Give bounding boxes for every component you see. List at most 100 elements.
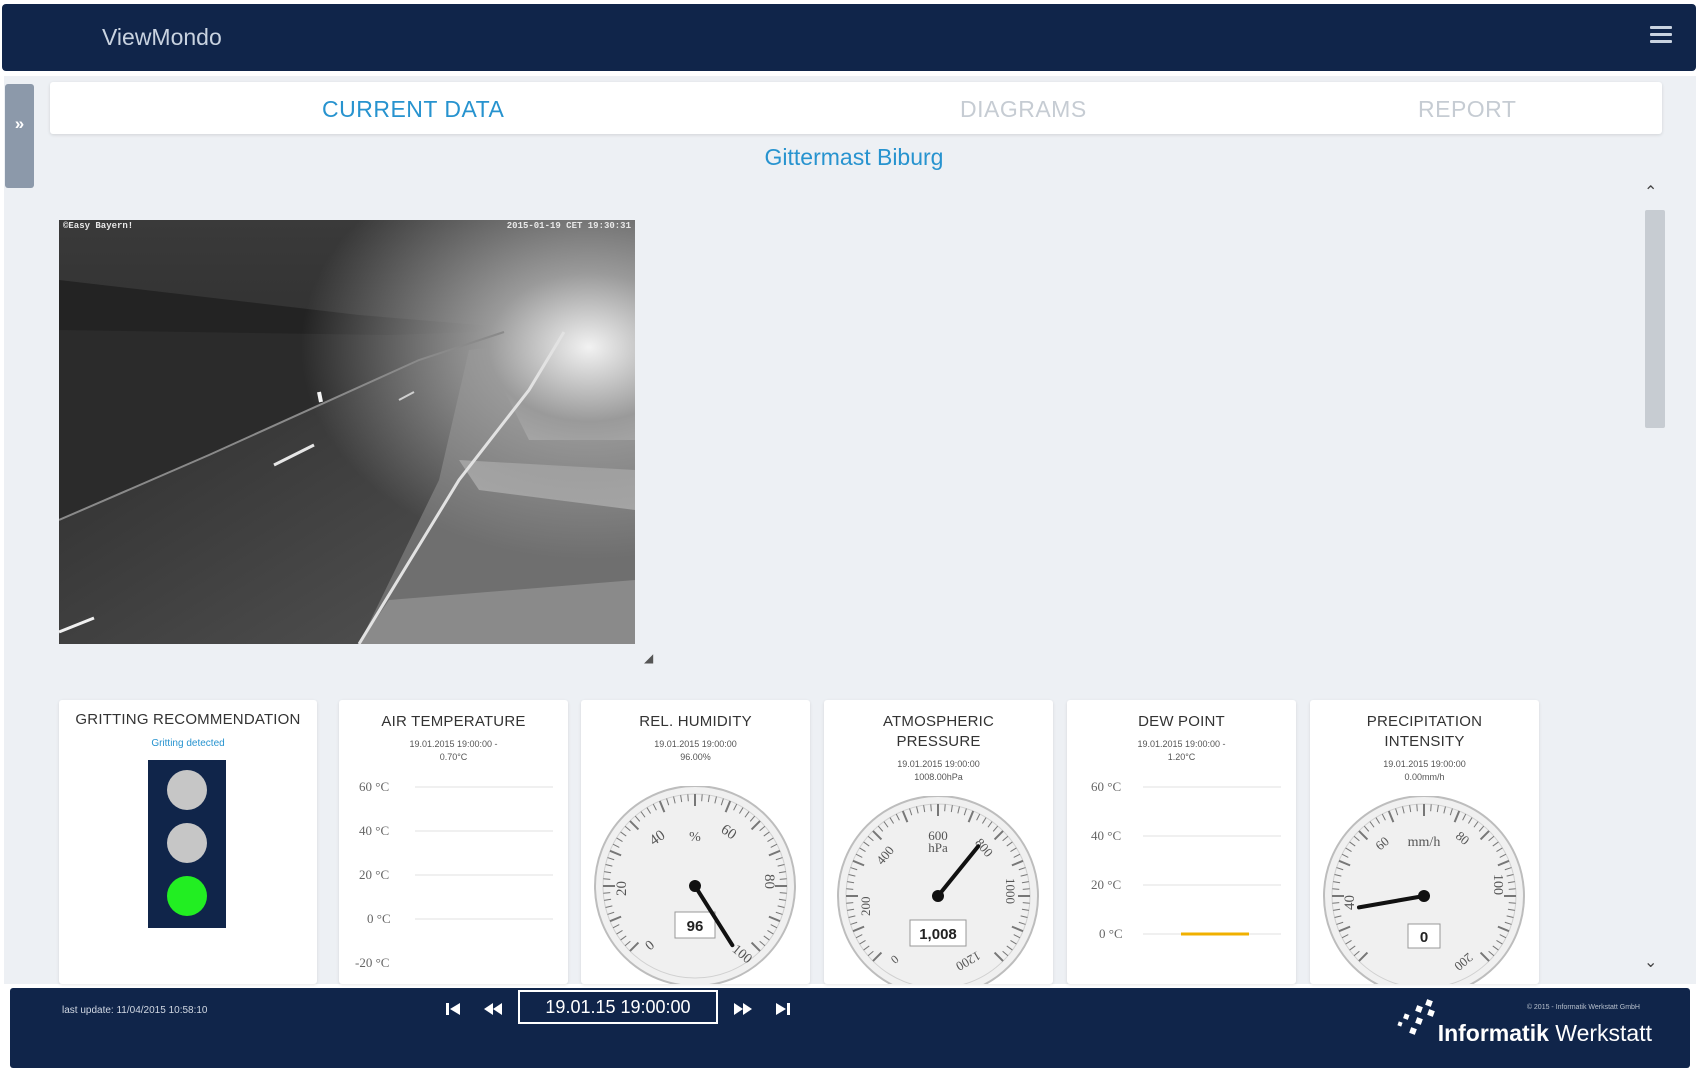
gauge-tick [779,878,787,880]
gauge-tick [944,804,946,812]
gauge-label: 1000 [1003,878,1018,904]
last-update-text: last update: 11/04/2015 10:58:10 [62,1005,208,1016]
gauge-label: 20 [614,881,630,896]
gauge-label: 100 [1490,874,1505,895]
pressure-card: ATMOSPHERIC PRESSURE 19.01.2015 19:00:00… [824,700,1053,984]
air-temperature-title: AIR TEMPERATURE [381,713,526,730]
precipitation-card: PRECIPITATION INTENSITY 19.01.2015 19:00… [1310,700,1539,984]
pressure-value: 1008.00hPa [914,772,963,782]
gauge-tick [1022,888,1030,890]
gauge-tick [846,888,854,890]
gauge-unit-line2: hPa [928,840,948,855]
gauge-tick [701,794,703,802]
axis-tick: 20 °C [359,867,389,882]
skip-to-start-button[interactable] [444,1000,462,1018]
menu-line [1650,26,1672,29]
brand-name: Informatik Werkstatt [1438,1020,1652,1047]
camera-timestamp: 2015-01-19 CET 19:30:31 [506,221,631,231]
top-bar: ViewMondo [2,4,1696,71]
dew-point-timestamp: 19.01.2015 19:00:00 - [1137,739,1226,749]
air-temperature-timestamp: 19.01.2015 19:00:00 - [409,739,498,749]
humidity-card: REL. HUMIDITY 19.01.2015 19:00:00 96.00%… [581,700,810,984]
copyright-text: © 2015 - Informatik Werkstatt GmbH [1526,1004,1640,1011]
gauge-readout: 1,008 [919,926,957,943]
gauge-tick [1508,902,1516,904]
station-title: Gittermast Biburg [764,144,944,170]
scroll-up-icon[interactable]: ⌃ [1644,182,1657,202]
pressure-title-line2: PRESSURE [896,733,981,750]
gauge-tick [930,804,932,812]
precipitation-title: PRECIPITATION INTENSITY [1310,700,1539,752]
gauge-label: 80 [761,874,777,889]
datetime-field[interactable]: 19.01.15 19:00:00 [518,990,718,1024]
skip-end-icon [776,1003,790,1015]
gauge-label: 40 [1342,895,1358,910]
gauge-tick [1430,804,1432,812]
gritting-card: GRITTING RECOMMENDATION Gritting detecte… [59,700,317,984]
traffic-light [148,760,226,928]
humidity-value: 96.00% [680,752,711,762]
tab-report[interactable]: REPORT [1418,96,1516,123]
footer-bar: last update: 11/04/2015 10:58:10 19.01.1… [10,988,1690,1068]
gauge-tick [779,892,787,894]
axis-tick: -20 °C [355,955,389,970]
gauge-tick [1332,902,1340,904]
tab-diagrams[interactable]: DIAGRAMS [960,96,1087,123]
gauge-tick [603,878,611,880]
gauge-readout: 0 [1420,929,1428,946]
precipitation-value: 0.00mm/h [1404,772,1445,782]
traffic-light-lamp-top [167,770,207,810]
dew-point-card: DEW POINT 19.01.2015 19:00:00 - 1.20°C 6… [1067,700,1296,984]
pressure-gauge: 600 hPa 200 400 800 1000 0 1200 1,008 [837,796,1039,984]
gauge-tick [603,892,611,894]
axis-tick: 0 °C [367,911,391,926]
precipitation-gauge: mm/h 40 60 80 100 200 0 [1323,796,1525,984]
scroll-down-icon[interactable]: ⌄ [1644,952,1657,972]
resize-handle-icon[interactable]: ◢ [644,651,653,665]
traffic-light-lamp-middle [167,823,207,863]
fast-forward-icon [734,1003,752,1015]
air-temperature-card: AIR TEMPERATURE 19.01.2015 19:00:00 - 0.… [339,700,568,984]
gauge-unit: mm/h [1408,835,1441,850]
gauge-tick [1416,804,1418,812]
dew-point-title: DEW POINT [1138,713,1225,730]
gauge-label: 200 [858,897,873,917]
traffic-light-lamp-bottom [167,876,207,916]
gauge-readout: 96 [687,918,704,935]
axis-tick: 60 °C [1091,779,1121,794]
gauge-tick [1022,902,1030,904]
axis-tick: 40 °C [1091,828,1121,843]
gauge-tick [846,902,854,904]
skip-to-end-button[interactable] [774,1000,792,1018]
brand-bold: Informatik [1437,1020,1549,1046]
tab-current-data[interactable]: CURRENT DATA [322,96,504,123]
dew-point-chart: 60 °C 40 °C 20 °C 0 °C [1091,779,1281,941]
gritting-title: GRITTING RECOMMENDATION [75,711,301,728]
camera-caption-left: ©Easy Bayern! [63,221,134,231]
webcam-image: ©Easy Bayern! 2015-01-19 CET 19:30:31 [59,220,635,644]
hamburger-menu-icon[interactable] [1650,26,1672,46]
humidity-title: REL. HUMIDITY [639,713,752,730]
humidity-timestamp: 19.01.2015 19:00:00 [654,739,737,749]
precipitation-title-line2: INTENSITY [1384,733,1465,750]
app-title: ViewMondo [102,24,222,50]
humidity-gauge: % 20 40 60 80 0 100 96 [594,786,796,984]
gauge-tick [1508,888,1516,890]
menu-line [1650,33,1672,36]
scroll-thumb[interactable] [1645,210,1665,428]
precipitation-timestamp: 19.01.2015 19:00:00 [1383,759,1466,769]
gauge-unit: % [689,830,701,845]
axis-tick: 40 °C [359,823,389,838]
skip-start-icon [446,1003,460,1015]
axis-tick: 20 °C [1091,877,1121,892]
brand-rest: Werkstatt [1555,1020,1652,1046]
step-forward-button[interactable] [732,1000,754,1018]
precipitation-title-line1: PRECIPITATION [1366,713,1483,730]
vertical-scrollbar[interactable]: ⌃ ⌄ [1640,184,1665,971]
gritting-status: Gritting detected [151,738,225,749]
step-back-button[interactable] [482,1000,504,1018]
rewind-icon [484,1003,502,1015]
informatik-werkstatt-logo-icon [1397,999,1435,1035]
sidebar-expand-button[interactable]: » [5,84,34,188]
pressure-title-line1: ATMOSPHERIC [882,713,995,730]
